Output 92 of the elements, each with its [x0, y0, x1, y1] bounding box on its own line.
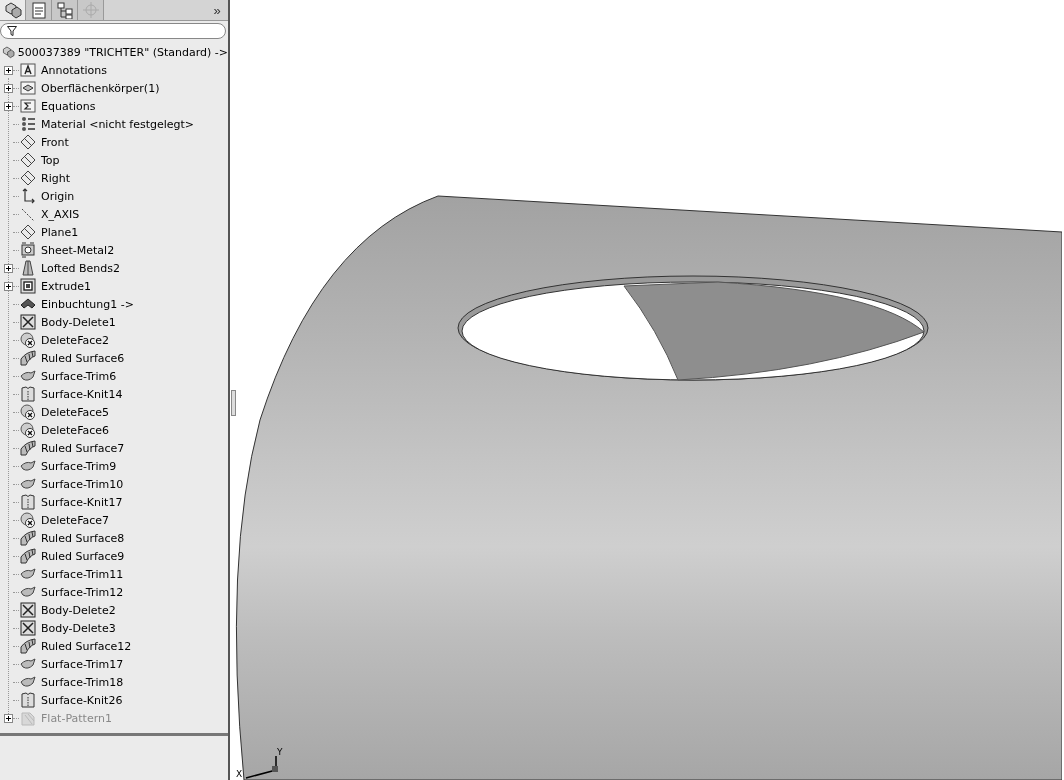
tree-item[interactable]: Top: [40, 153, 61, 167]
tree-item[interactable]: Body-Delete3: [40, 621, 117, 635]
expand-icon[interactable]: [4, 101, 13, 111]
body-delete-icon: [20, 620, 36, 636]
crosshair-icon: [81, 1, 100, 19]
tree-item[interactable]: Ruled Surface8: [40, 531, 126, 545]
extrude-icon: [20, 278, 36, 294]
tree-item[interactable]: DeleteFace6: [40, 423, 110, 437]
origin-icon: [20, 188, 36, 204]
tree-item[interactable]: Ruled Surface7: [40, 441, 126, 455]
surface-trim-icon: [20, 368, 36, 384]
surface-trim-icon: [20, 584, 36, 600]
x-axis-label: X: [236, 770, 243, 779]
ruled-surface-icon: [20, 440, 36, 456]
tree-item[interactable]: Plane1: [40, 225, 80, 239]
ruled-surface-icon: [20, 350, 36, 366]
tree-item[interactable]: Surface-Trim9: [40, 459, 118, 473]
plane-icon: [20, 152, 36, 168]
panel-tab[interactable]: [52, 0, 78, 20]
lofted-bends-icon: [20, 260, 36, 276]
tree-root-label[interactable]: 500037389 "TRICHTER" (Standard) ->: [17, 45, 228, 59]
tree-item[interactable]: Einbuchtung1 ->: [40, 297, 135, 311]
flat-pattern-icon: [20, 710, 36, 726]
body-delete-icon: [20, 602, 36, 618]
surface-trim-icon: [20, 656, 36, 672]
tree-item[interactable]: Surface-Trim18: [40, 675, 125, 689]
panel-tab[interactable]: [0, 0, 26, 20]
surface-knit-icon: [20, 386, 36, 402]
tree-item[interactable]: DeleteFace5: [40, 405, 110, 419]
ruled-surface-icon: [20, 638, 36, 654]
tree-item[interactable]: Ruled Surface9: [40, 549, 126, 563]
filter-field[interactable]: [0, 23, 226, 39]
tree-item[interactable]: Body-Delete2: [40, 603, 117, 617]
tree-item[interactable]: Annotations: [40, 63, 109, 77]
panel-tab[interactable]: [26, 0, 52, 20]
tree-item[interactable]: Origin: [40, 189, 76, 203]
expand-icon[interactable]: [4, 263, 13, 273]
ruled-surface-icon: [20, 530, 36, 546]
tree-item[interactable]: DeleteFace2: [40, 333, 110, 347]
material-icon: [20, 116, 36, 132]
delete-face-icon: [20, 332, 36, 348]
tree-item[interactable]: Surface-Trim17: [40, 657, 125, 671]
body-delete-icon: [20, 314, 36, 330]
tree-item[interactable]: Surface-Trim12: [40, 585, 125, 599]
configuration-icon: [55, 1, 74, 19]
tree-item[interactable]: Equations: [40, 99, 97, 113]
tree-item[interactable]: Right: [40, 171, 71, 185]
equations-folder-icon: [20, 98, 36, 114]
annotations-folder-icon: [20, 62, 36, 78]
ruled-surface-icon: [20, 548, 36, 564]
plane-icon: [20, 134, 36, 150]
sheet-metal-icon: [20, 242, 36, 258]
plane-icon: [20, 224, 36, 240]
tree-item[interactable]: Body-Delete1: [40, 315, 117, 329]
tree-item[interactable]: Extrude1: [40, 279, 92, 293]
tree-item[interactable]: Ruled Surface6: [40, 351, 126, 365]
tree-item[interactable]: Surface-Knit26: [40, 693, 124, 707]
panel-collapse-handle[interactable]: [231, 390, 236, 416]
tree-item[interactable]: Surface-Trim6: [40, 369, 118, 383]
tree-item[interactable]: Surface-Knit17: [40, 495, 124, 509]
tree-item[interactable]: Lofted Bends2: [40, 261, 121, 275]
expand-icon[interactable]: [4, 281, 13, 291]
tree-item[interactable]: Sheet-Metal2: [40, 243, 116, 257]
tree-item[interactable]: DeleteFace7: [40, 513, 110, 527]
surface-knit-icon: [20, 692, 36, 708]
tree-item[interactable]: X_AXIS: [40, 207, 81, 221]
surface-bodies-folder-icon: [20, 80, 36, 96]
surface-trim-icon: [20, 458, 36, 474]
tree-item[interactable]: Surface-Trim10: [40, 477, 125, 491]
plane-icon: [20, 170, 36, 186]
part-tree-icon: [3, 1, 22, 19]
tree-item[interactable]: Material <nicht festgelegt>: [40, 117, 196, 131]
delete-face-icon: [20, 422, 36, 438]
expand-icon[interactable]: [4, 713, 13, 723]
surface-trim-icon: [20, 674, 36, 690]
filter-icon: [7, 26, 17, 36]
tree-item[interactable]: Oberflächenkörper(1): [40, 81, 161, 95]
delete-face-icon: [20, 404, 36, 420]
surface-trim-icon: [20, 566, 36, 582]
expand-icon[interactable]: [4, 65, 13, 75]
tree-item[interactable]: Front: [40, 135, 70, 149]
more-tabs-button[interactable]: »: [206, 0, 228, 20]
y-axis-label: Y: [277, 748, 283, 757]
surface-knit-icon: [20, 494, 36, 510]
delete-face-icon: [20, 512, 36, 528]
tree-item[interactable]: Ruled Surface12: [40, 639, 133, 653]
surface-trim-icon: [20, 476, 36, 492]
expand-icon[interactable]: [4, 83, 13, 93]
property-sheet-icon: [29, 1, 48, 19]
axis-icon: [20, 206, 36, 222]
tree-item[interactable]: Surface-Knit14: [40, 387, 124, 401]
tree-item[interactable]: Surface-Trim11: [40, 567, 125, 581]
